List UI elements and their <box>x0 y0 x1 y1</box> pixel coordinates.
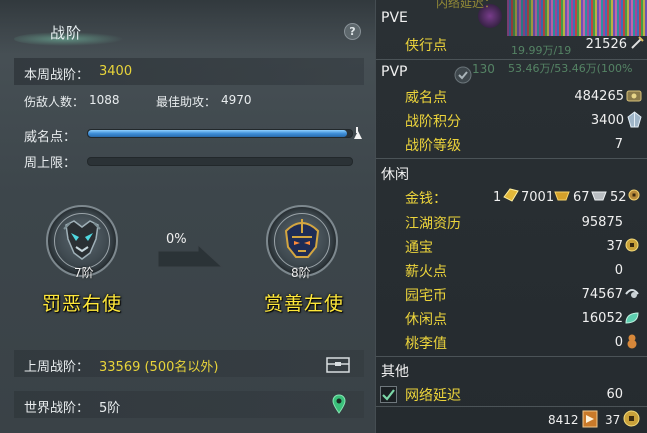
current-rank-name: 罚恶右使 <box>42 293 123 315</box>
footer-coin-icon[interactable] <box>623 410 640 427</box>
latency-checkbox[interactable] <box>380 386 397 403</box>
prestige-progress-fill <box>88 130 347 137</box>
help-icon[interactable]: ? <box>344 23 361 40</box>
rank-panel: 战阶 ? 本周战阶： 3400 伤敌人数： 1088 最佳助攻： 4970 威名… <box>0 0 375 433</box>
pvp-level-value: 7 <box>614 137 623 152</box>
checkmark-icon <box>382 389 395 401</box>
pvp-title: PVP <box>381 64 408 80</box>
jianghu-value: 95875 <box>581 215 623 230</box>
panel-title: 战阶 <box>50 24 83 42</box>
money-copper-value: 52 <box>610 190 627 205</box>
best-assist-label: 最佳助攻： <box>156 95 217 109</box>
world-rank-row: 世界战阶： 5阶 <box>14 391 364 418</box>
flag-icon[interactable] <box>582 410 598 428</box>
last-week-rank-row: 上周战阶： 33569 (500名以外) <box>14 350 364 377</box>
pvp-prestige-value: 484265 <box>574 89 624 104</box>
current-rank-level: 7阶 <box>74 266 94 280</box>
divider <box>376 158 647 159</box>
ghost-latency-text: 内络延迟： <box>436 0 497 10</box>
gold-ingot-icon <box>554 191 570 201</box>
house-coin-icon <box>625 289 639 298</box>
ghost-level-badge: 130 <box>472 62 495 76</box>
prestige-label: 威名点： <box>24 130 77 145</box>
pvp-prestige-label: 威名点 <box>405 90 447 106</box>
money-gold-value: 7001 <box>521 190 555 205</box>
prestige-progress-bar <box>87 129 353 138</box>
ghost-hp-text: 19.99万/19 <box>511 44 572 57</box>
divider <box>376 59 647 60</box>
arrow-right-icon <box>158 245 224 268</box>
tongbao-coin-icon <box>625 238 639 252</box>
prestige-marker-stem <box>356 127 358 133</box>
pvp-level-label: 战阶等级 <box>405 138 461 154</box>
mail-icon[interactable] <box>326 357 350 373</box>
copper-coin-icon <box>628 189 640 201</box>
sword-icon <box>631 36 644 49</box>
xinhuo-label: 薪火点 <box>405 264 447 280</box>
world-rank-value: 5阶 <box>99 401 121 416</box>
silver-ingot-icon <box>591 191 607 201</box>
footer-value-2: 37 <box>605 413 621 427</box>
next-rank-level: 8阶 <box>291 266 311 280</box>
taoli-label: 桃李值 <box>405 336 447 352</box>
map-pin-icon[interactable] <box>332 394 346 414</box>
next-rank-name: 赏善左使 <box>264 293 345 315</box>
yuanzhai-label: 园宅币 <box>405 288 447 304</box>
weekly-cap-label: 周上限： <box>24 156 77 171</box>
leisure-title: 休闲 <box>381 167 409 183</box>
top-overlay-fade <box>507 0 647 36</box>
best-assist-value: 4970 <box>221 93 252 107</box>
latency-value: 60 <box>606 387 623 402</box>
leaf-icon <box>625 312 639 324</box>
panel-header: 战阶 <box>14 14 124 48</box>
footer-value-1: 8412 <box>548 413 579 427</box>
jianghu-label: 江湖资历 <box>405 216 461 232</box>
enemies-label: 伤敌人数： <box>24 95 85 109</box>
weekly-cap-progress-bar <box>87 157 353 166</box>
enemies-value: 1088 <box>89 93 120 107</box>
checkmark-badge-icon <box>454 66 472 84</box>
tongbao-value: 37 <box>606 239 623 254</box>
money-silver-value: 67 <box>573 190 590 205</box>
tongbao-label: 通宝 <box>405 240 433 256</box>
last-week-rank-value: 33569 (500名以外) <box>99 360 219 375</box>
latency-label: 网络延迟 <box>405 388 461 404</box>
pvp-score-value: 3400 <box>590 113 624 128</box>
divider <box>376 406 647 407</box>
currency-panel: 内络延迟： 19.99万/19 53.46万/53.46万(100% 130 P… <box>375 0 647 433</box>
pve-title: PVE <box>381 10 408 26</box>
prestige-token-icon <box>626 90 642 102</box>
yuanzhai-value: 74567 <box>581 287 623 302</box>
taoli-value: 0 <box>614 335 623 350</box>
world-rank-label: 世界战阶： <box>24 401 90 416</box>
helmet-icon <box>284 219 320 258</box>
pve-xiaxing-label: 侠行点 <box>405 38 447 54</box>
divider <box>376 356 647 357</box>
leisure-points-label: 休闲点 <box>405 312 447 328</box>
weekly-rank-value: 3400 <box>99 64 133 79</box>
money-label: 金钱： <box>405 191 447 207</box>
pve-xiaxing-value: 21526 <box>585 37 627 52</box>
other-title: 其他 <box>381 364 409 380</box>
last-week-rank-label: 上周战阶： <box>24 360 90 375</box>
mask-icon <box>63 220 101 260</box>
money-gold-bar-value: 1 <box>493 190 502 205</box>
ghost-mp-text: 53.46万/53.46万(100% <box>508 62 633 75</box>
gold-bar-icon <box>503 188 519 202</box>
crystal-icon <box>627 111 642 128</box>
weekly-rank-label: 本周战阶： <box>24 68 90 83</box>
leisure-points-value: 16052 <box>581 311 623 326</box>
weekly-rank-row: 本周战阶： 3400 <box>14 58 364 85</box>
xinhuo-value: 0 <box>614 263 623 278</box>
gourd-icon <box>627 334 637 349</box>
pvp-score-label: 战阶积分 <box>405 114 461 130</box>
